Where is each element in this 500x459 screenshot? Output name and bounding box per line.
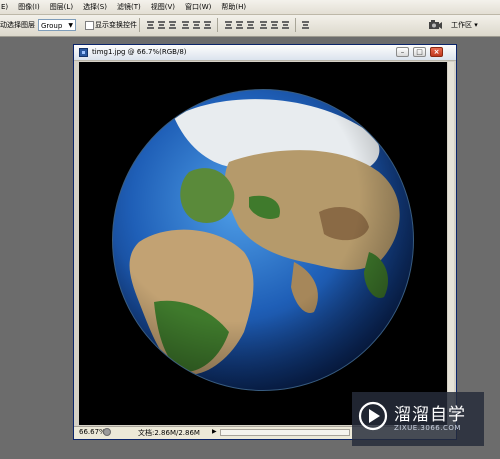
watermark-name: 溜溜自学 (394, 405, 466, 425)
close-button[interactable]: × (430, 47, 443, 57)
align-right-icon[interactable] (203, 20, 212, 29)
menu-item-select[interactable]: 选择(S) (78, 2, 112, 12)
menu-item-window[interactable]: 窗口(W) (180, 2, 216, 12)
toolbar-separator (139, 18, 140, 32)
toolbar-separator (295, 18, 296, 32)
menu-item-image[interactable]: 图像(I) (13, 2, 45, 12)
menu-item-filter[interactable]: 滤镜(T) (112, 2, 146, 12)
group-select-value: Group (41, 22, 63, 30)
menu-item-view[interactable]: 视图(V) (146, 2, 180, 12)
align-top-icon[interactable] (146, 20, 155, 29)
status-menu-arrow-icon[interactable]: ▶ (212, 428, 217, 435)
workspace-camera-icon[interactable] (428, 19, 442, 30)
maximize-button[interactable]: □ (413, 47, 426, 57)
vertical-scrollbar[interactable] (448, 62, 454, 425)
distribute-bottom-icon[interactable] (246, 20, 255, 29)
watermark-url: ZIXUE.3066.COM (394, 424, 461, 432)
earth-globe-image (79, 62, 447, 425)
align-vcenter-icon[interactable] (157, 20, 166, 29)
menu-item-edit[interactable]: E) (0, 3, 13, 11)
dropdown-arrow-icon: ▼ (68, 22, 73, 29)
align-bottom-icon[interactable] (168, 20, 177, 29)
auto-select-label: 动选择图层 (0, 21, 35, 29)
workspace-menu[interactable]: 工作区 ▾ (451, 20, 478, 30)
menu-bar: E) 图像(I) 图层(L) 选择(S) 滤镜(T) 视图(V) 窗口(W) 帮… (0, 0, 500, 15)
distribute-top-icon[interactable] (224, 20, 233, 29)
distribute-hcenter-icon[interactable] (270, 20, 279, 29)
document-size-info: 文档:2.86M/2.86M (138, 429, 200, 437)
watermark-play-logo (358, 401, 388, 431)
align-left-icon[interactable] (181, 20, 190, 29)
toolbar-separator (217, 18, 218, 32)
auto-align-icon[interactable] (301, 20, 310, 29)
distribute-left-icon[interactable] (259, 20, 268, 29)
group-select[interactable]: Group ▼ (38, 19, 76, 31)
show-transform-checkbox[interactable] (85, 21, 94, 30)
zoom-level[interactable]: 66.67% (79, 428, 106, 436)
watermark-banner: 溜溜自学 ZIXUE.3066.COM (352, 392, 484, 446)
menu-item-help[interactable]: 帮助(H) (216, 2, 251, 12)
align-hcenter-icon[interactable] (192, 20, 201, 29)
zoom-icon[interactable] (103, 428, 111, 436)
globe-shading (113, 90, 413, 390)
distribute-right-icon[interactable] (281, 20, 290, 29)
options-bar: 动选择图层 Group ▼ 显示变换控件 工作区 ▾ (0, 15, 500, 37)
document-title-bar[interactable]: timg1.jpg @ 66.7%(RGB/8) – □ × (74, 45, 456, 61)
show-transform-label: 显示变换控件 (95, 21, 137, 29)
menu-item-layer[interactable]: 图层(L) (45, 2, 78, 12)
image-canvas[interactable] (79, 62, 447, 425)
minimize-button[interactable]: – (396, 47, 409, 57)
horizontal-scrollbar[interactable] (220, 429, 350, 436)
doc-icon (79, 48, 88, 57)
document-window: timg1.jpg @ 66.7%(RGB/8) – □ × 66.67% 文档… (73, 44, 457, 440)
distribute-vcenter-icon[interactable] (235, 20, 244, 29)
document-title: timg1.jpg @ 66.7%(RGB/8) (92, 48, 187, 56)
